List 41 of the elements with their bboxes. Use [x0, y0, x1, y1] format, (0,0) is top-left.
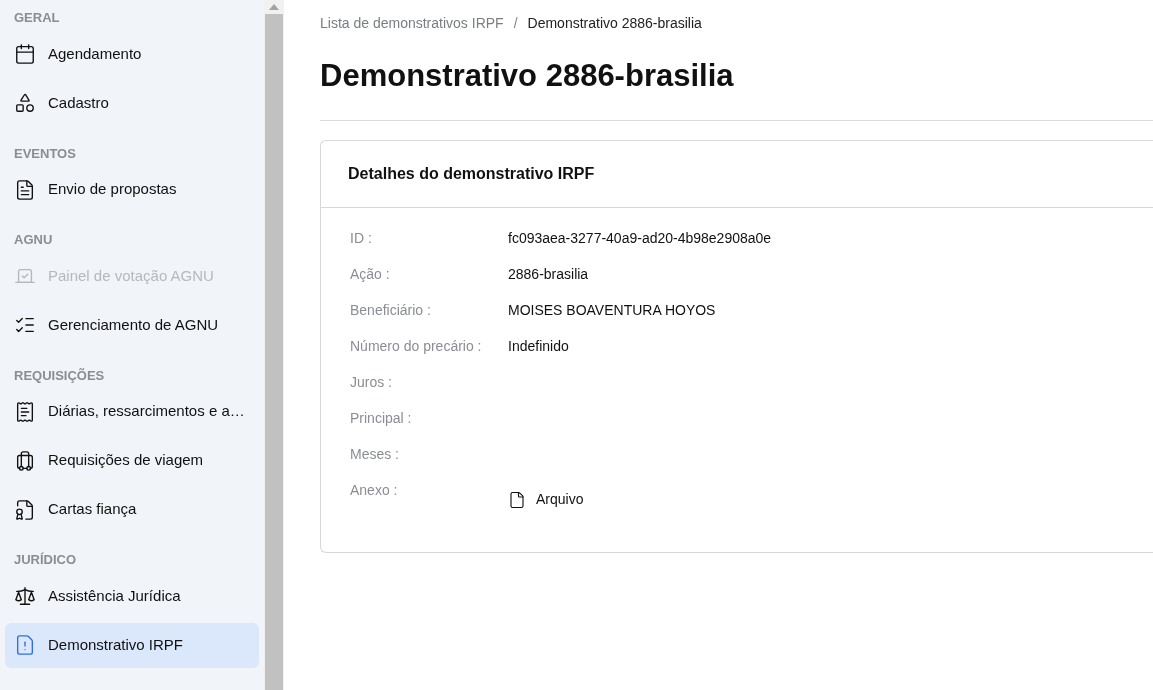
scales-icon	[14, 585, 36, 607]
section-heading: GERAL	[13, 9, 61, 27]
sidebar-item[interactable]: Assistência Jurídica	[5, 573, 259, 619]
section-heading: AGNU	[13, 231, 54, 249]
scroll-up-icon[interactable]	[269, 4, 279, 10]
field-label: Anexo :	[350, 481, 399, 500]
document-alert-icon	[14, 634, 36, 656]
field-label: Juros :	[350, 373, 393, 392]
section-heading: EVENTOS	[13, 144, 77, 163]
file-icon	[508, 490, 526, 509]
field-label: ID :	[350, 229, 373, 248]
shapes-icon	[14, 92, 36, 114]
field-label: Beneficiário :	[350, 301, 432, 320]
sidebar-item[interactable]: Cartas fiança	[5, 487, 259, 532]
sidebar-item[interactable]: Gerenciamento de AGNU	[5, 302, 259, 348]
page-title: Demonstrativo 2886-brasilia	[320, 57, 735, 95]
breadcrumb-item[interactable]: Lista de demonstrativos IRPF	[320, 13, 504, 34]
breadcrumb-separator: /	[513, 14, 518, 33]
breadcrumb-item: Demonstrativo 2886-brasilia	[527, 14, 702, 33]
card-title: Detalhes do demonstrativo IRPF	[321, 141, 1153, 208]
section-heading: JURÍDICO	[13, 551, 78, 569]
field-value: MOISES BOAVENTURA HOYOS	[508, 301, 716, 320]
sidebar-item[interactable]: Cadastro	[5, 80, 259, 126]
field-value: Indefinido	[508, 337, 569, 356]
sidebar-item[interactable]: Envio de propostas	[5, 167, 259, 212]
sidebar-item[interactable]: Diárias, ressarcimentos e a…	[5, 389, 259, 434]
field-label: Ação :	[350, 265, 391, 284]
sidebar-item[interactable]: Requisições de viagem	[5, 438, 259, 483]
calendar-icon	[14, 43, 36, 65]
document-icon	[14, 178, 36, 201]
attachment-link[interactable]: Arquivo	[508, 483, 584, 516]
field-value: 2886-brasilia	[508, 265, 589, 284]
field-label: Meses :	[350, 445, 400, 464]
sidebar-item[interactable]: Agendamento	[5, 31, 259, 77]
field-label: Número do precário :	[350, 337, 483, 356]
section-heading: REQUISIÇÕES	[13, 366, 106, 385]
receipt-icon	[14, 400, 36, 423]
field-value: fc093aea-3277-40a9-ad20-4b98e2908a0e	[508, 229, 772, 248]
field-label: Principal :	[350, 409, 413, 428]
sidebar-item[interactable]: Demonstrativo IRPF	[5, 622, 259, 668]
suitcase-icon	[14, 449, 36, 472]
